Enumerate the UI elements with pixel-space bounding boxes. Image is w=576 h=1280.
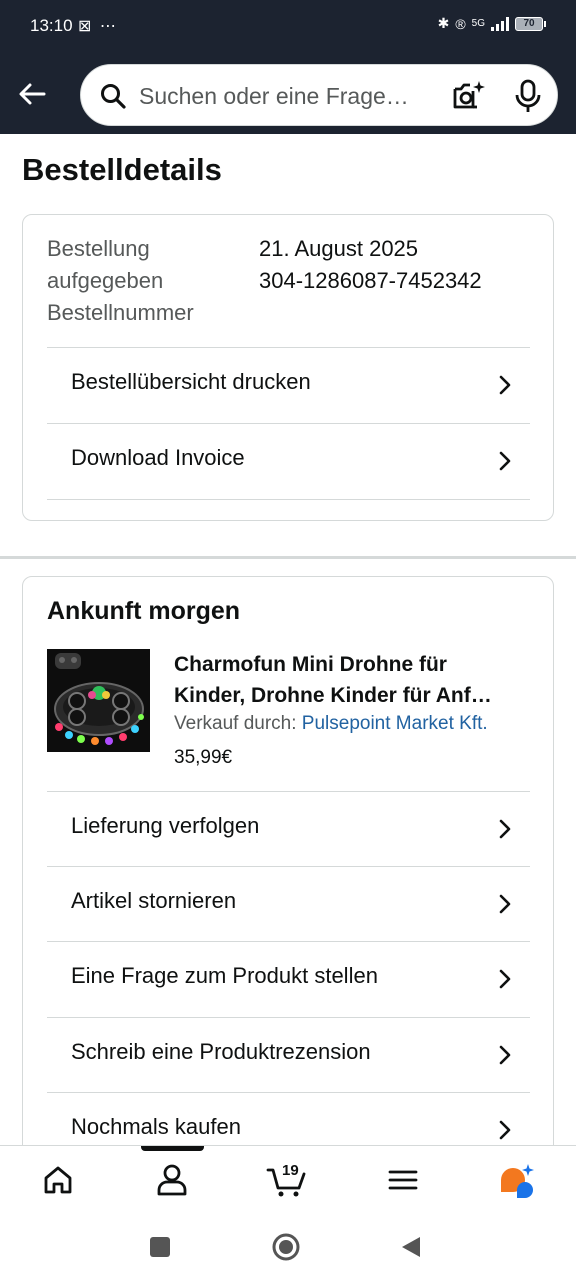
order-details-content: Bestelldetails Bestellung aufgegeben Bes…	[0, 134, 576, 1146]
android-nav-bar	[0, 1215, 576, 1280]
chevron-right-icon	[499, 1045, 511, 1065]
chevron-right-icon	[499, 969, 511, 989]
battery-icon: 70	[515, 16, 546, 31]
row-label: Artikel stornieren	[71, 888, 237, 913]
back-triangle-icon[interactable]	[396, 1232, 426, 1262]
top-bar	[0, 52, 576, 134]
seller-link[interactable]: Pulsepoint Market Kft.	[302, 713, 488, 734]
home-icon[interactable]	[38, 1160, 78, 1200]
bottom-nav: 19	[0, 1145, 576, 1215]
status-right-icons: ✱ ® 5G 70	[438, 15, 546, 32]
print-summary-row[interactable]: Bestellübersicht drucken	[47, 347, 530, 423]
section-divider	[0, 556, 576, 559]
search-icon	[101, 84, 126, 109]
order-number-label: Bestellnummer	[47, 300, 194, 325]
product-title-line: Charmofun Mini Drohne für	[174, 653, 447, 676]
chevron-right-icon	[499, 894, 511, 914]
buy-again-row[interactable]: Nochmals kaufen	[47, 1092, 530, 1146]
search-input[interactable]	[139, 79, 435, 113]
row-label: Download Invoice	[71, 445, 245, 470]
product-price: 35,99€	[174, 747, 233, 768]
row-label: Eine Frage zum Produkt stellen	[71, 963, 378, 988]
battery-level: 70	[515, 16, 543, 31]
registered-icon: ®	[455, 15, 466, 32]
order-number: 304-1286087-7452342	[259, 268, 482, 293]
home-circle-icon[interactable]	[271, 1232, 301, 1262]
chevron-right-icon	[499, 451, 511, 471]
seller-prefix: Verkauf durch:	[174, 713, 302, 734]
product-title[interactable]: Charmofun Mini Drohne für Kinder, Drohne…	[174, 649, 534, 711]
order-info-card: Bestellung aufgegeben Bestellnummer 21. …	[22, 214, 554, 521]
network-label: 5G	[471, 18, 485, 29]
track-delivery-row[interactable]: Lieferung verfolgen	[47, 791, 530, 867]
page-title: Bestelldetails	[22, 152, 222, 187]
camera-lens-icon[interactable]	[451, 79, 485, 113]
shipment-card: Ankunft morgen Charmofun Mini Drohne für…	[22, 576, 554, 1146]
row-label: Lieferung verfolgen	[71, 813, 260, 838]
chevron-right-icon	[499, 375, 511, 395]
order-date: 21. August 2025	[259, 236, 419, 261]
search-box[interactable]	[80, 64, 558, 126]
product-title-line: Kinder, Drohne Kinder für Anf…	[174, 684, 492, 707]
menu-icon[interactable]	[383, 1160, 423, 1200]
divider	[47, 499, 530, 500]
cancel-item-row[interactable]: Artikel stornieren	[47, 866, 530, 942]
row-label: Bestellübersicht drucken	[71, 369, 311, 394]
microphone-icon[interactable]	[513, 79, 543, 113]
bluetooth-icon: ✱	[437, 15, 450, 31]
row-label: Schreib eine Produktrezension	[71, 1039, 371, 1064]
chevron-right-icon	[499, 1120, 511, 1140]
active-tab-indicator	[141, 1146, 204, 1151]
notification-icons: ⊠ ⋯	[78, 18, 118, 35]
rufus-icon[interactable]	[497, 1160, 537, 1200]
order-date-label-cont: aufgegeben	[47, 268, 164, 293]
order-date-label: Bestellung	[47, 236, 150, 261]
status-bar: 13:10 ⊠ ⋯ ✱ ® 5G 70	[0, 0, 576, 52]
shipment-heading: Ankunft morgen	[47, 597, 241, 625]
signal-icon	[491, 16, 509, 31]
order-info-labels: Bestellung aufgegeben Bestellnummer	[47, 233, 247, 329]
download-invoice-row[interactable]: Download Invoice	[47, 423, 530, 499]
back-arrow-icon[interactable]	[14, 76, 50, 112]
ask-question-row[interactable]: Eine Frage zum Produkt stellen	[47, 941, 530, 1017]
seller-line: Verkauf durch: Pulsepoint Market Kft.	[174, 713, 488, 735]
product-image[interactable]	[47, 649, 150, 752]
write-review-row[interactable]: Schreib eine Produktrezension	[47, 1017, 530, 1093]
status-time: 13:10	[30, 16, 73, 35]
chevron-right-icon	[499, 819, 511, 839]
recents-square-icon[interactable]	[145, 1232, 175, 1262]
account-icon[interactable]	[152, 1160, 192, 1200]
order-info-values: 21. August 2025 304-1286087-7452342	[259, 233, 482, 297]
row-label: Nochmals kaufen	[71, 1114, 241, 1139]
cart-count: 19	[282, 1162, 299, 1179]
